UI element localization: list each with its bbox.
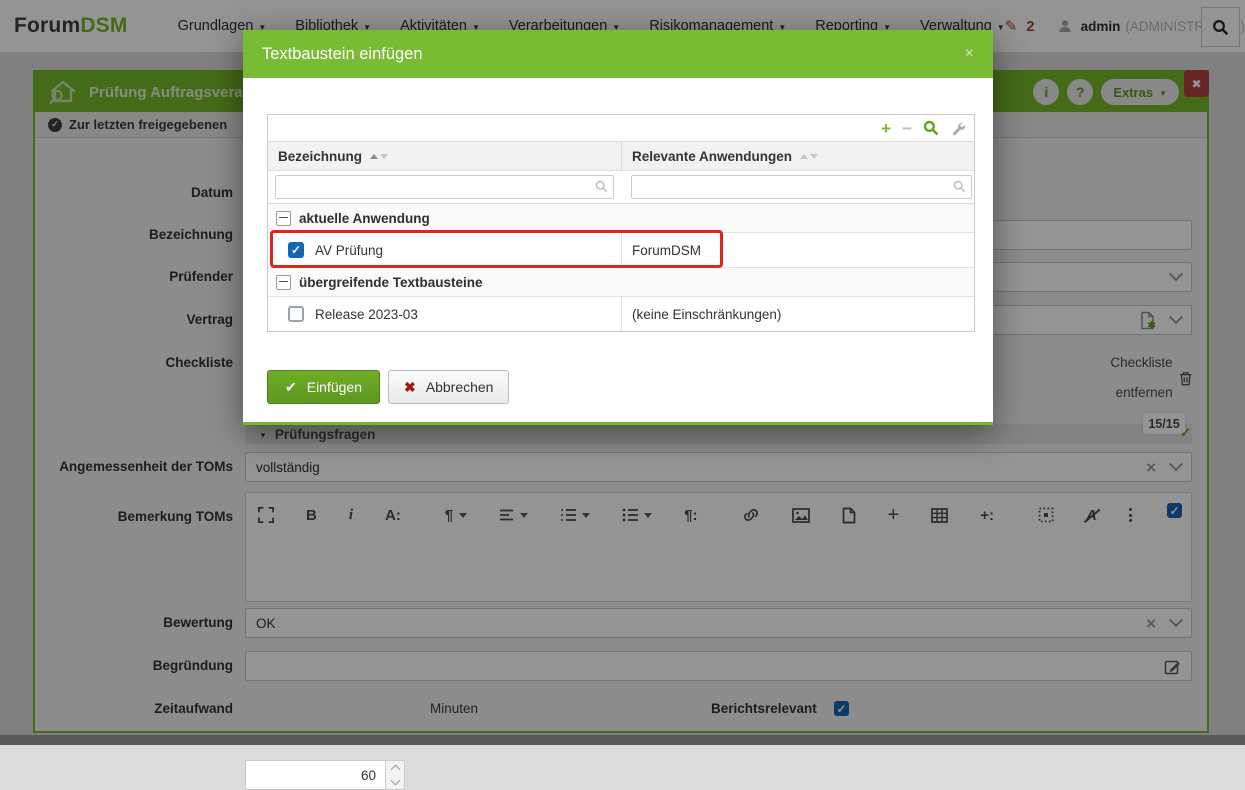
abbrechen-button[interactable]: ✖ Abbrechen: [388, 370, 509, 404]
collapse-all-icon[interactable]: −: [902, 120, 912, 137]
collapse-icon[interactable]: [276, 275, 291, 290]
filter-bezeichnung-input[interactable]: [275, 175, 614, 199]
column-header-anwendungen[interactable]: Relevante Anwendungen: [621, 142, 974, 170]
step-down-icon[interactable]: [390, 776, 400, 786]
group-aktuelle-anwendung[interactable]: aktuelle Anwendung: [268, 204, 974, 233]
grid-filter-row: [268, 171, 974, 204]
row-checkbox[interactable]: ✓: [288, 242, 304, 258]
expand-all-icon[interactable]: +: [881, 120, 891, 137]
grid-toolbar: + −: [268, 115, 974, 141]
row-apps: ForumDSM: [632, 243, 701, 258]
cross-icon: ✖: [404, 379, 416, 396]
grid-header-row: Bezeichnung Relevante Anwendungen: [268, 141, 974, 171]
einfuegen-button[interactable]: ✔ Einfügen: [267, 370, 380, 404]
check-icon: ✔: [285, 379, 297, 396]
settings-wrench-icon[interactable]: [950, 121, 965, 136]
row-checkbox[interactable]: ✓: [288, 306, 304, 322]
search-icon: [953, 180, 966, 193]
dialog-title: Textbaustein einfügen: [262, 45, 423, 64]
zeitaufwand-input[interactable]: 60: [245, 760, 405, 790]
row-name: AV Prüfung: [315, 243, 383, 258]
sort-icons: [800, 154, 818, 159]
collapse-icon[interactable]: [276, 211, 291, 226]
zeitaufwand-value: 60: [361, 768, 376, 783]
filter-anwendungen-input[interactable]: [631, 175, 972, 199]
number-stepper[interactable]: [385, 761, 404, 789]
grid-search-icon[interactable]: [923, 120, 939, 136]
screen: ForumDSM Grundlagen▼ Bibliothek▼ Aktivit…: [0, 0, 1245, 745]
table-row-release-2023-03[interactable]: ✓ Release 2023-03 (keine Einschränkungen…: [268, 297, 974, 331]
dialog-body: + − Bezeichnung Relevante Anwendungen: [243, 78, 993, 422]
table-row-av-pruefung[interactable]: ✓ AV Prüfung ForumDSM: [268, 233, 974, 268]
search-icon: [595, 180, 608, 193]
dialog-header: Textbaustein einfügen ×: [243, 30, 993, 78]
row-name: Release 2023-03: [315, 307, 418, 322]
dialog-buttons: ✔ Einfügen ✖ Abbrechen: [267, 370, 509, 404]
sort-icons: [370, 154, 388, 159]
group-uebergreifende-textbausteine[interactable]: übergreifende Textbausteine: [268, 268, 974, 297]
textbaustein-grid: + − Bezeichnung Relevante Anwendungen: [267, 114, 975, 332]
column-header-bezeichnung[interactable]: Bezeichnung: [268, 142, 621, 170]
dialog-close-button[interactable]: ×: [965, 45, 974, 63]
textbaustein-dialog: Textbaustein einfügen × + − Bezeichnung: [243, 30, 993, 425]
row-apps: (keine Einschränkungen): [632, 307, 781, 322]
step-up-icon[interactable]: [390, 765, 400, 775]
